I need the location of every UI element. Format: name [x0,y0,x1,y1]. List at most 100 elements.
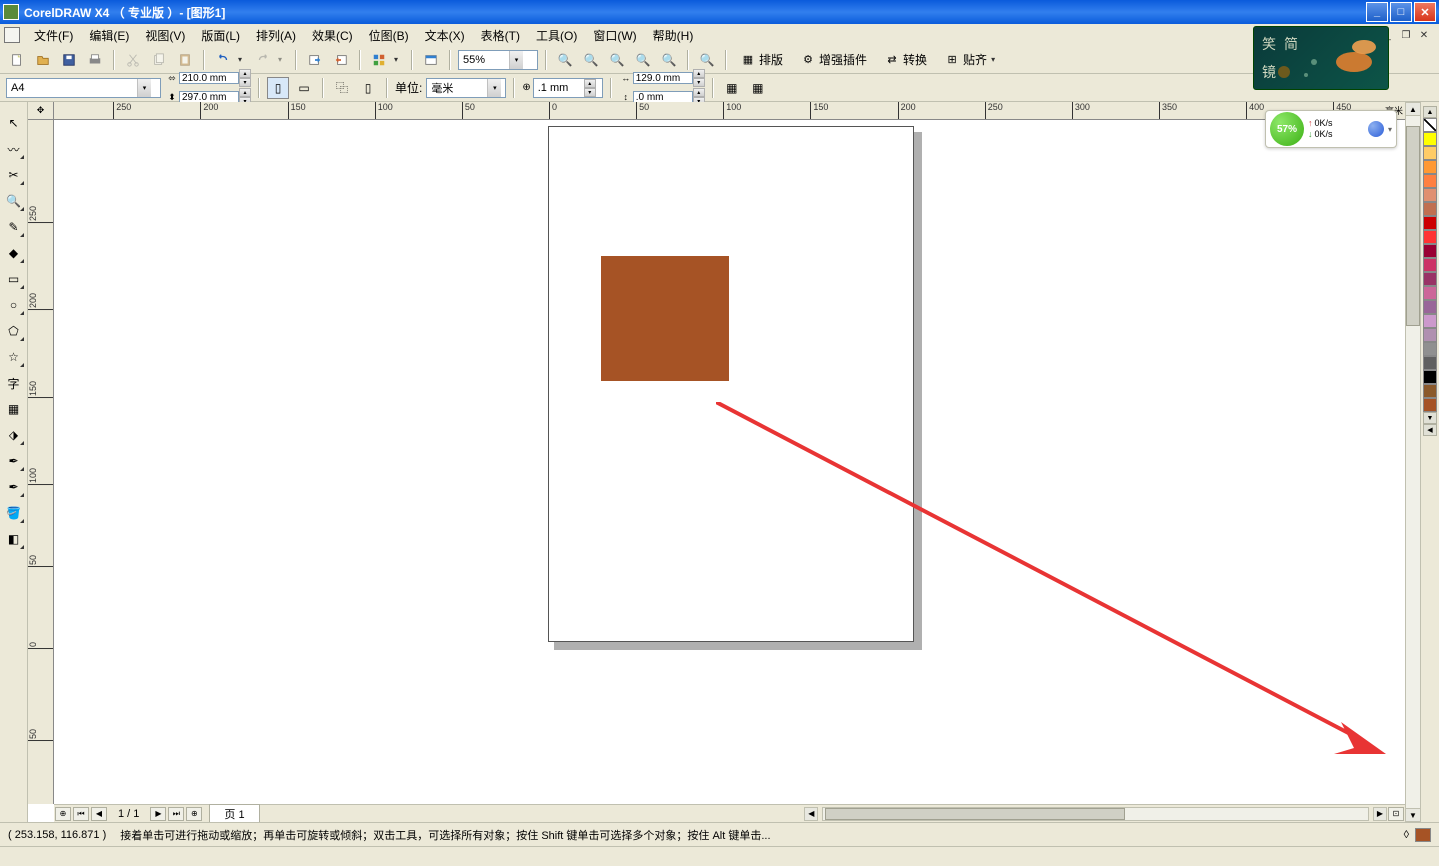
welcome-screen-button[interactable] [420,49,442,71]
fill-color-indicator[interactable] [1415,828,1431,842]
vertical-scrollbar[interactable]: ▲ ▼ [1405,102,1421,822]
zoom-in-button[interactable]: 🔍 [554,49,576,71]
menu-2[interactable]: 视图(V) [137,25,193,46]
options-button[interactable]: ▦ [747,77,769,99]
menu-7[interactable]: 文本(X) [417,25,473,46]
unit-arrow[interactable]: ▾ [487,79,501,97]
minimize-button[interactable]: _ [1366,2,1388,22]
horizontal-ruler[interactable]: 毫米 2502001501005005010015020025030035040… [54,102,1405,120]
color-swatch-9[interactable] [1423,258,1437,272]
menu-5[interactable]: 效果(C) [304,25,361,46]
table-tool[interactable]: ▦ [2,397,26,421]
prev-page-button[interactable]: ◀ [91,807,107,821]
color-swatch-5[interactable] [1423,202,1437,216]
snap-button[interactable]: ⊞贴齐▾ [938,49,1008,71]
portrait-button[interactable]: ▯ [267,77,289,99]
dup-x-input[interactable] [633,72,693,84]
new-button[interactable] [6,49,28,71]
color-swatch-4[interactable] [1423,188,1437,202]
vscroll-thumb[interactable] [1406,126,1420,326]
color-swatch-11[interactable] [1423,286,1437,300]
color-swatch-10[interactable] [1423,272,1437,286]
last-page-button[interactable]: ⏭ [168,807,184,821]
color-swatch-19[interactable] [1423,398,1437,412]
drawing-canvas[interactable] [54,120,1405,804]
color-swatch-0[interactable] [1423,132,1437,146]
print-button[interactable] [84,49,106,71]
save-button[interactable] [58,49,80,71]
page-size-input[interactable] [7,82,137,94]
paste-button[interactable] [174,49,196,71]
palette-scroll-down[interactable]: ▼ [1423,412,1437,424]
color-swatch-16[interactable] [1423,356,1437,370]
cut-button[interactable] [122,49,144,71]
basic-shapes-tool[interactable]: ☆ [2,345,26,369]
dupx-up[interactable]: ▴ [693,69,705,78]
hscroll-right[interactable]: ▶ [1373,807,1387,821]
fill-tool[interactable]: 🪣 [2,501,26,525]
interactive-tool[interactable]: ⬗ [2,423,26,447]
landscape-button[interactable]: ▭ [293,77,315,99]
undo-button[interactable] [212,49,234,71]
redo-dropdown[interactable]: ▾ [278,55,288,64]
undo-dropdown[interactable]: ▾ [238,55,248,64]
zoom-dropdown-arrow[interactable]: ▾ [509,51,523,69]
color-swatch-1[interactable] [1423,146,1437,160]
ruler-corner[interactable]: ✥ [28,102,54,120]
smart-fill-tool[interactable]: ◆ [2,241,26,265]
all-pages-button[interactable]: ⿻ [331,77,353,99]
zoom-selection-button[interactable]: 🔍 [606,49,628,71]
first-page-button[interactable]: ⏮ [73,807,89,821]
color-swatch-14[interactable] [1423,328,1437,342]
monitor-expand-button[interactable]: ▾ [1388,125,1392,134]
zoom-tool[interactable]: 🔍 [2,189,26,213]
polygon-tool[interactable]: ⬠ [2,319,26,343]
menu-0[interactable]: 文件(F) [26,25,81,46]
page-width-input[interactable] [179,72,239,84]
zoom-input[interactable] [459,54,509,66]
hscroll-left[interactable]: ◀ [804,807,818,821]
color-swatch-3[interactable] [1423,174,1437,188]
eyedropper-tool[interactable]: ✒ [2,449,26,473]
color-swatch-13[interactable] [1423,314,1437,328]
maximize-button[interactable]: □ [1390,2,1412,22]
zoom-combo[interactable]: ▾ [458,50,538,70]
current-page-button[interactable]: ▯ [357,77,379,99]
height-up[interactable]: ▴ [239,88,251,97]
menu-4[interactable]: 排列(A) [248,25,304,46]
dupx-down[interactable]: ▾ [693,78,705,87]
crop-tool[interactable]: ✂ [2,163,26,187]
color-swatch-6[interactable] [1423,216,1437,230]
page-size-arrow[interactable]: ▾ [137,79,151,97]
color-swatch-2[interactable] [1423,160,1437,174]
interactive-fill-tool[interactable]: ◧ [2,527,26,551]
zoom-width-button[interactable]: 🔍 [696,49,718,71]
color-swatch-7[interactable] [1423,230,1437,244]
no-color-swatch[interactable] [1423,118,1437,132]
menu-1[interactable]: 编辑(E) [81,25,137,46]
menu-10[interactable]: 窗口(W) [585,25,644,46]
width-down[interactable]: ▾ [239,78,251,87]
vertical-ruler[interactable]: 25020015010050050 [28,120,54,804]
nudge-input[interactable] [534,82,584,94]
rectangle-tool[interactable]: ▭ [2,267,26,291]
menu-11[interactable]: 帮助(H) [645,25,702,46]
monitor-accelerate-button[interactable] [1368,121,1384,137]
text-tool[interactable]: 字 [2,371,26,395]
color-swatch-18[interactable] [1423,384,1437,398]
network-monitor[interactable]: 57% ↑0K/s ↓0K/s ▾ [1265,110,1397,148]
convert-button[interactable]: ⇄转换 [878,49,934,71]
nudge-up[interactable]: ▴ [584,79,596,88]
color-swatch-12[interactable] [1423,300,1437,314]
shape-tool[interactable]: 〰 [2,137,26,161]
menu-8[interactable]: 表格(T) [473,25,528,46]
open-button[interactable] [32,49,54,71]
outline-tool[interactable]: ✒ [2,475,26,499]
hscroll-thumb[interactable] [825,808,1125,820]
next-page-button[interactable]: ▶ [150,807,166,821]
vscroll-down[interactable]: ▼ [1405,808,1421,822]
layout-button[interactable]: ▦排版 [734,49,790,71]
dupy-up[interactable]: ▴ [693,88,705,97]
color-swatch-8[interactable] [1423,244,1437,258]
navigator-button[interactable]: ⊡ [1388,807,1404,821]
